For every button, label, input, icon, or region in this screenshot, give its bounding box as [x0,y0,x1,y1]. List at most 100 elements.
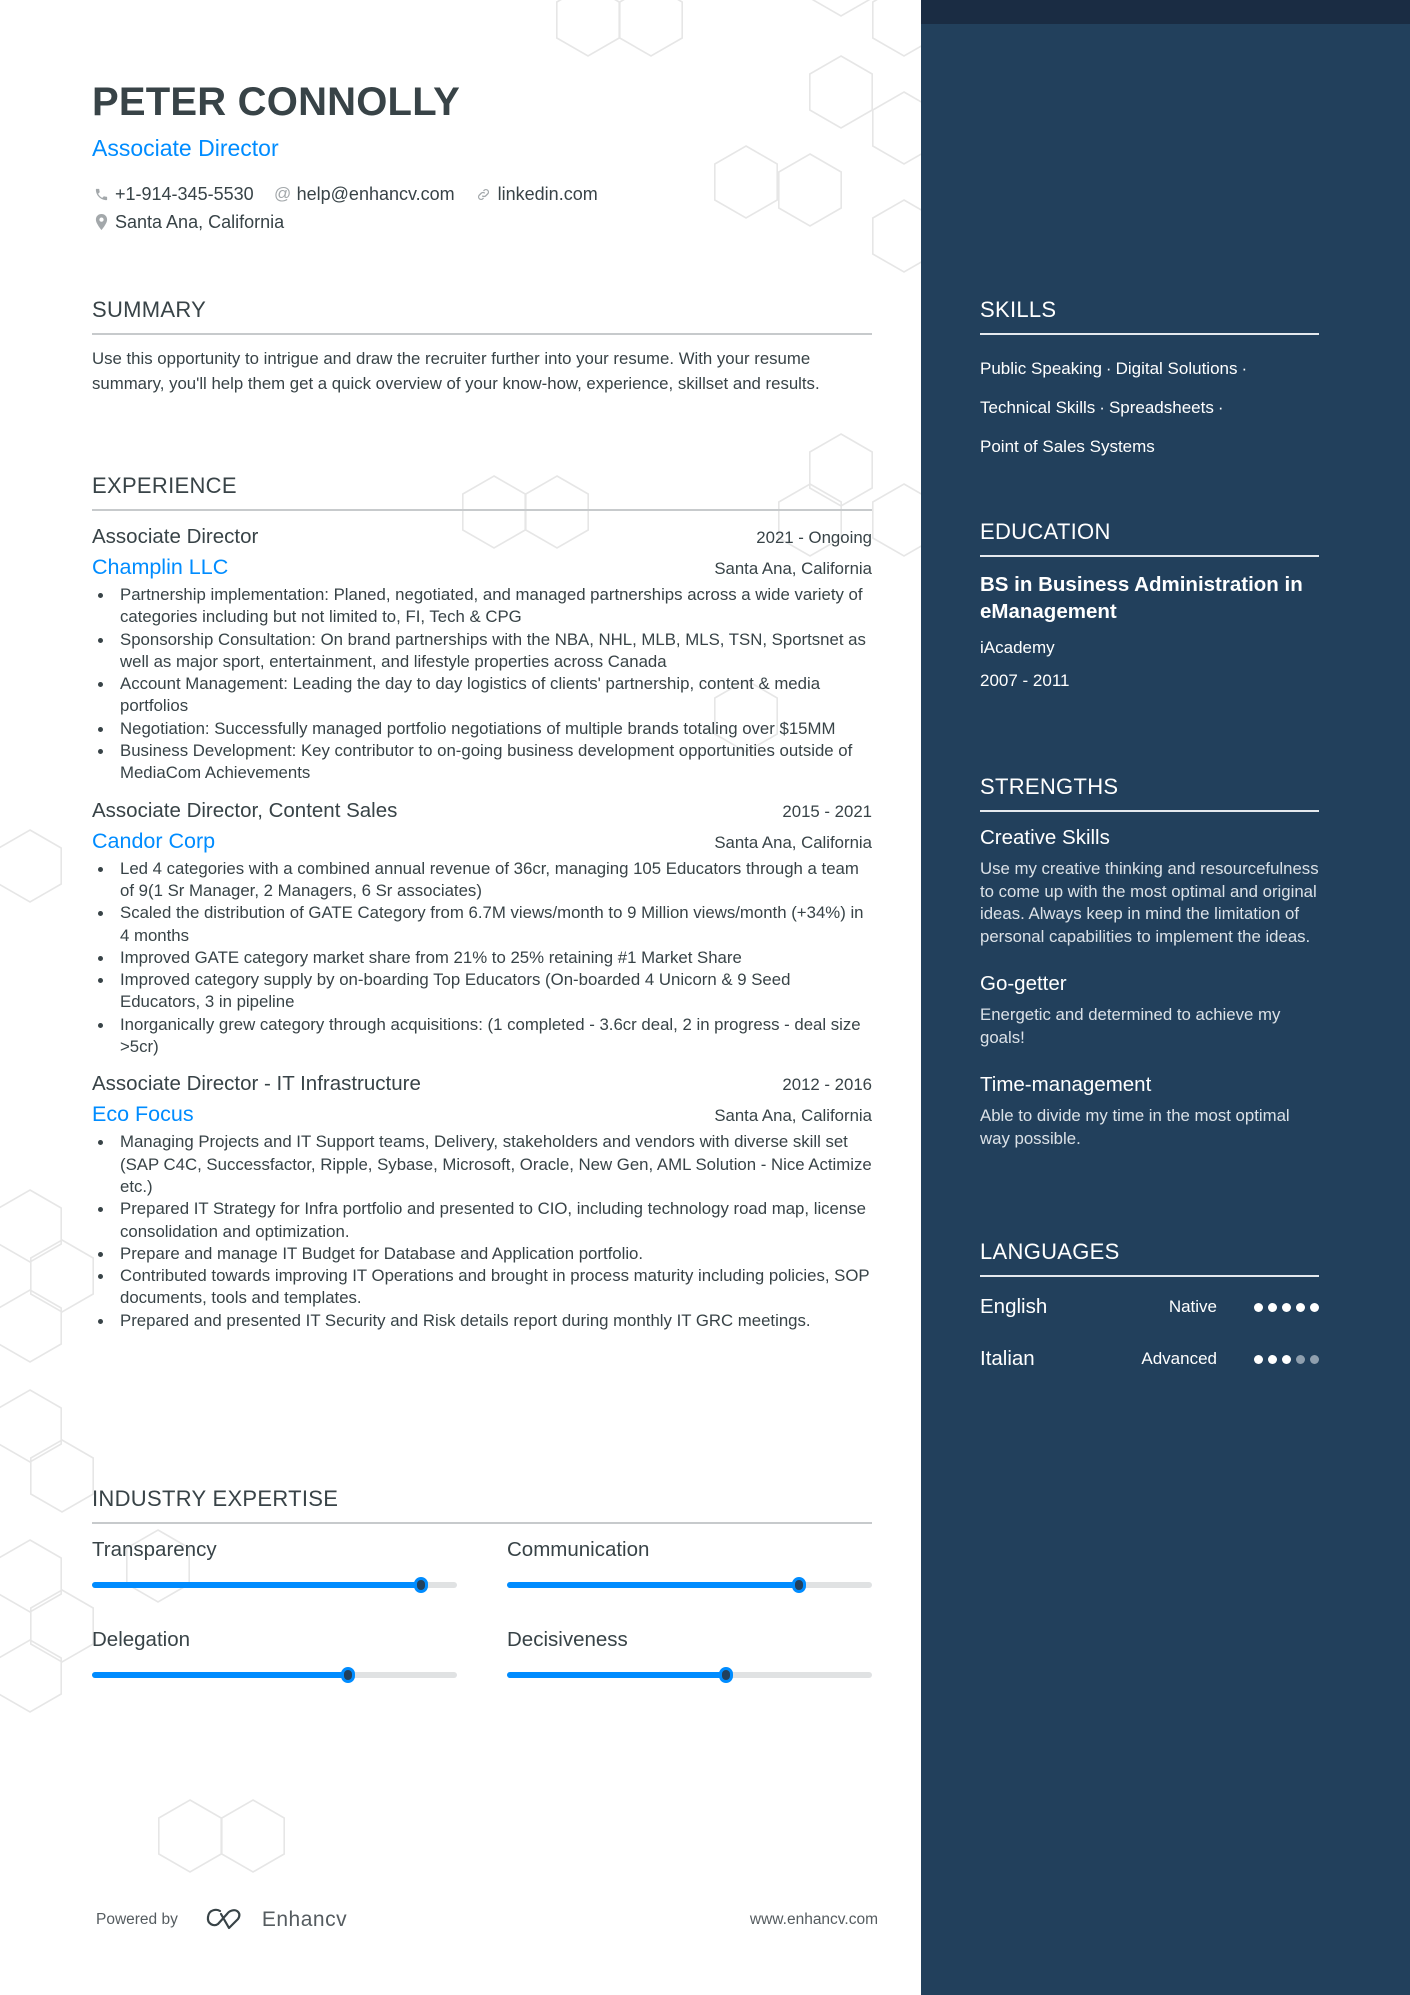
hexagon-decoration [777,153,843,227]
expertise-slider-knob[interactable] [719,1667,733,1683]
experience-section: EXPERIENCE Associate Director 2021 - Ongo… [92,473,872,1332]
skills-line: Point of Sales Systems [980,427,1319,466]
language-level: Advanced [1141,1349,1217,1368]
section-divider [92,1522,872,1524]
job-bullet: Improved GATE category market share from… [92,947,872,969]
location-text: Santa Ana, California [115,211,285,232]
sidebar-top-bar [921,0,1410,24]
email-text: help@enhancv.com [296,183,455,204]
expertise-slider-knob[interactable] [413,1577,428,1593]
job-subheader: Eco Focus Santa Ana, California [92,1102,872,1127]
job-bullet: Prepare and manage IT Budget for Databas… [92,1243,872,1265]
contact-info: +1-914-345-5530 @ help@enhancv.com linke… [92,180,618,236]
job-role: Associate Director - IT Infrastructure [92,1072,421,1096]
education-dates: 2007 - 2011 [980,671,1070,690]
expertise-label: Communication [507,1538,650,1561]
skills-heading: SKILLS [980,297,1057,322]
hexagon-decoration [29,1239,94,1313]
job-dates: 2012 - 2016 [782,1075,872,1095]
hexagon-decoration [871,483,921,557]
job-bullet: Prepared IT Strategy for Infra portfolio… [92,1198,872,1243]
enhancv-brand-name: Enhancv [261,1908,348,1931]
contact-phone[interactable]: +1-914-345-5530 [92,184,254,205]
expertise-slider-knob[interactable] [792,1577,806,1593]
job-location: Santa Ana, California [714,832,872,852]
job-role: Associate Director, Content Sales [92,798,398,822]
section-divider [980,555,1319,557]
job-bullet: Led 4 categories with a combined annual … [92,858,872,903]
hexagon-decoration [0,829,63,903]
job-company: Champlin LLC [92,555,229,579]
hexagon-decoration [871,0,921,57]
job-dates: 2021 - Ongoing [756,528,872,547]
hexagon-decoration [0,1389,63,1463]
languages-heading: LANGUAGES [980,1239,1120,1264]
section-divider [980,1275,1319,1277]
proficiency-dot-filled [1282,1302,1291,1312]
hexagon-decoration [0,1539,63,1613]
section-divider [980,333,1319,335]
hexagon-decoration [808,55,874,129]
skill-separator: · [1217,398,1224,417]
proficiency-dot-filled [1254,1354,1263,1364]
industry-expertise-section: INDUSTRY EXPERTISE Transparency Communica… [92,1486,872,1718]
language-name: English [980,1295,1048,1318]
strength-item: Creative Skills Use my creative thinking … [980,826,1319,948]
expertise-slider-track[interactable] [507,1577,872,1593]
skill-tag: Point of Sales Systems [980,437,1155,456]
job-bullet: Business Development: Key contributor to… [92,740,872,785]
job-bullet: Inorganically grew category through acqu… [92,1014,872,1059]
language-item: English Native [980,1281,1319,1333]
hexagon-decoration [0,1189,63,1263]
hexagon-decoration [618,0,684,57]
expertise-slider-knob[interactable] [340,1667,355,1683]
job-company: Eco Focus [92,1102,194,1127]
strength-title: Time-management [980,1073,1152,1096]
job-entry: Associate Director - IT Infrastructure 20… [92,1072,872,1332]
expertise-slider-track[interactable] [92,1577,457,1593]
contact-linkedin[interactable]: linkedin.com [475,184,598,205]
contact-location: Santa Ana, California [92,212,284,233]
skills-list: Public Speaking · Digital Solutions · Techni… [980,349,1319,466]
phone-icon [92,185,110,203]
strengths-section: STRENGTHS Creative Skills Use my creative… [980,774,1319,1150]
link-icon [475,185,493,203]
strength-description: Use my creative thinking and resourceful… [980,859,1319,946]
job-subheader: Candor Corp Santa Ana, California [92,829,872,854]
strength-description: Able to divide my time in the most optim… [980,1106,1290,1148]
expertise-slider-fill [92,1672,348,1678]
job-bullet: Improved category supply by on-boarding … [92,969,872,1014]
language-proficiency-dots [1249,1354,1319,1364]
hexagon-decoration [871,199,921,273]
proficiency-dot-filled [1254,1302,1263,1312]
candidate-title: Associate Director [92,135,279,161]
summary-section: SUMMARY Use this opportunity to intrigue… [92,297,872,396]
enhancv-logo[interactable]: Enhancv [204,1906,347,1935]
proficiency-dot-empty [1310,1354,1319,1364]
language-proficiency-dots [1249,1302,1319,1312]
expertise-item: Decisiveness [507,1628,872,1718]
job-bullet: Prepared and presented IT Security and R… [92,1310,872,1332]
expertise-slider-track[interactable] [92,1667,457,1683]
strengths-heading: STRENGTHS [980,774,1119,799]
languages-list: English Native Italian Advanced [980,1281,1319,1385]
job-bullet: Account Management: Leading the day to d… [92,673,872,718]
job-location: Santa Ana, California [714,1106,872,1126]
expertise-slider-track[interactable] [507,1667,872,1683]
job-entry: Associate Director 2021 - Ongoing Champlin… [92,525,872,785]
hexagon-decoration [29,1439,94,1513]
footer-url-link[interactable]: www.enhancv.com [750,1911,878,1929]
hexagon-decoration [555,0,621,57]
section-divider [92,509,872,511]
skill-tag: Technical Skills [980,398,1096,417]
summary-text: Use this opportunity to intrigue and dra… [92,349,820,393]
languages-section: LANGUAGES English Native Italian Advanced [980,1239,1319,1385]
skills-line: Public Speaking · Digital Solutions · [980,349,1319,388]
at-icon: @ [273,184,292,203]
hexagon-decoration [0,1289,63,1363]
industry-expertise-heading: INDUSTRY EXPERTISE [92,1486,339,1511]
contact-email[interactable]: @ help@enhancv.com [274,184,455,205]
section-divider [92,333,872,335]
job-header: Associate Director - IT Infrastructure 20… [92,1072,872,1096]
expertise-slider-fill [507,1672,726,1678]
